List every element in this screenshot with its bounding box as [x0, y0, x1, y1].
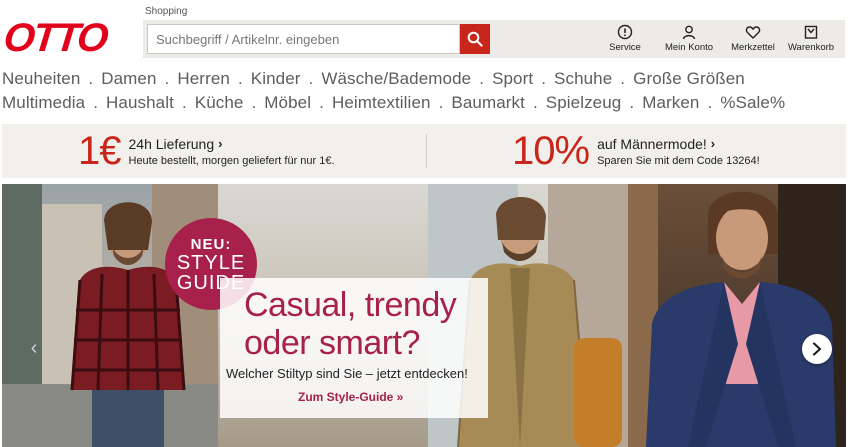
cart-label: Warenkorb: [787, 42, 835, 53]
nav-separator: .: [629, 92, 635, 112]
promo-menswear-title: auf Männermode!: [597, 135, 707, 152]
chevron-right-icon: ›: [710, 136, 716, 151]
cart-button[interactable]: Warenkorb: [781, 20, 841, 58]
chevron-right-icon: [812, 342, 822, 356]
category-nav-row-2: Multimedia . Haushalt . Küche . Möbel . …: [2, 91, 852, 114]
service-label: Service: [609, 42, 641, 53]
promo-menswear-subtitle: Sparen Sie mit dem Code 13264!: [597, 154, 760, 167]
nav-item-kinder[interactable]: Kinder: [251, 69, 301, 89]
shopping-label: Shopping: [145, 6, 188, 17]
search-icon: [467, 31, 483, 47]
model-casual: [70, 202, 186, 447]
nav-item-moebel[interactable]: Möbel: [264, 93, 311, 113]
cart-icon: [804, 25, 818, 39]
search-input[interactable]: [147, 24, 460, 54]
promo-divider: [426, 134, 427, 168]
wishlist-button[interactable]: Merkzettel: [725, 20, 781, 58]
promo-delivery-subtitle: Heute bestellt, morgen geliefert für nur…: [128, 154, 335, 167]
nav-item-schuhe[interactable]: Schuhe: [554, 69, 612, 89]
nav-separator: .: [93, 92, 99, 112]
nav-separator: .: [438, 92, 444, 112]
nav-item-multimedia[interactable]: Multimedia: [2, 93, 85, 113]
nav-separator: .: [541, 68, 547, 88]
hero-headline-line-1: Casual, trendy: [244, 286, 457, 324]
badge-line-1: NEU:: [190, 235, 232, 253]
nav-separator: .: [164, 68, 170, 88]
nav-item-haushalt[interactable]: Haushalt: [106, 93, 174, 113]
nav-separator: .: [251, 92, 257, 112]
style-guide-link[interactable]: Zum Style-Guide »: [298, 390, 403, 404]
nav-item-sport[interactable]: Sport: [492, 69, 533, 89]
nav-separator: .: [237, 68, 243, 88]
category-nav-row-1: Neuheiten . Damen . Herren . Kinder . Wä…: [2, 67, 852, 90]
nav-item-waesche[interactable]: Wäsche/Bademode: [321, 69, 471, 89]
account-button[interactable]: Mein Konto: [653, 20, 725, 58]
hero-banner[interactable]: NEU: STYLE GUIDE Casual, trendy oder sma…: [2, 184, 846, 447]
hero-image-casual: [2, 184, 218, 447]
nav-item-neuheiten[interactable]: Neuheiten: [2, 69, 80, 89]
nav-item-damen[interactable]: Damen: [101, 69, 156, 89]
promo-bar: 1€ 24h Lieferung › Heute bestellt, morge…: [2, 124, 846, 178]
header-icon-group: Service Mein Konto Merkzettel Warenkorb: [597, 20, 841, 58]
hero-text-card: Casual, trendy oder smart? Welcher Stilt…: [220, 278, 488, 418]
nav-item-sale[interactable]: %Sale%: [720, 93, 785, 113]
nav-separator: .: [707, 92, 713, 112]
chevron-right-icon: ›: [218, 136, 223, 151]
wishlist-label: Merkzettel: [731, 42, 775, 53]
hero-headline: Casual, trendy oder smart?: [244, 286, 457, 362]
badge-line-2: STYLE: [176, 251, 246, 274]
promo-delivery-title: 24h Lieferung: [128, 135, 215, 152]
nav-item-herren[interactable]: Herren: [177, 69, 230, 89]
nav-separator: .: [88, 68, 94, 88]
account-label: Mein Konto: [664, 42, 714, 53]
nav-separator: .: [532, 92, 538, 112]
nav-item-heimtextilien[interactable]: Heimtextilien: [332, 93, 431, 113]
hero-subline: Welcher Stiltyp sind Sie – jetzt entdeck…: [226, 366, 468, 381]
nav-separator: .: [620, 68, 626, 88]
nav-separator: .: [479, 68, 485, 88]
hero-image-smart: [628, 184, 846, 447]
nav-separator: .: [308, 68, 314, 88]
promo-menswear[interactable]: 10% auf Männermode! › Sparen Sie mit dem…: [512, 124, 760, 178]
user-icon: [682, 25, 696, 40]
info-circle-icon: [617, 24, 633, 40]
carousel-next-button[interactable]: [802, 334, 832, 364]
otto-logo[interactable]: OTTO: [2, 16, 109, 60]
nav-item-grosse-groessen[interactable]: Große Größen: [633, 69, 745, 89]
nav-separator: .: [181, 92, 187, 112]
nav-item-baumarkt[interactable]: Baumarkt: [451, 93, 525, 113]
nav-item-marken[interactable]: Marken: [642, 93, 699, 113]
carousel-prev-button[interactable]: ‹: [22, 336, 46, 360]
model-smart: [646, 191, 836, 447]
promo-delivery-price: 1€: [78, 129, 121, 173]
chevron-left-icon: ‹: [30, 336, 38, 359]
promo-menswear-discount: 10%: [512, 129, 590, 173]
heart-icon: [745, 26, 761, 39]
hero-headline-line-2: oder smart?: [244, 324, 420, 362]
nav-item-kueche[interactable]: Küche: [195, 93, 244, 113]
nav-item-spielzeug[interactable]: Spielzeug: [546, 93, 622, 113]
header-bar: Service Mein Konto Merkzettel Warenkorb: [143, 20, 845, 58]
nav-separator: .: [319, 92, 324, 112]
search-button[interactable]: [460, 24, 490, 54]
promo-delivery[interactable]: 1€ 24h Lieferung › Heute bestellt, morge…: [78, 124, 335, 178]
service-button[interactable]: Service: [597, 20, 653, 58]
